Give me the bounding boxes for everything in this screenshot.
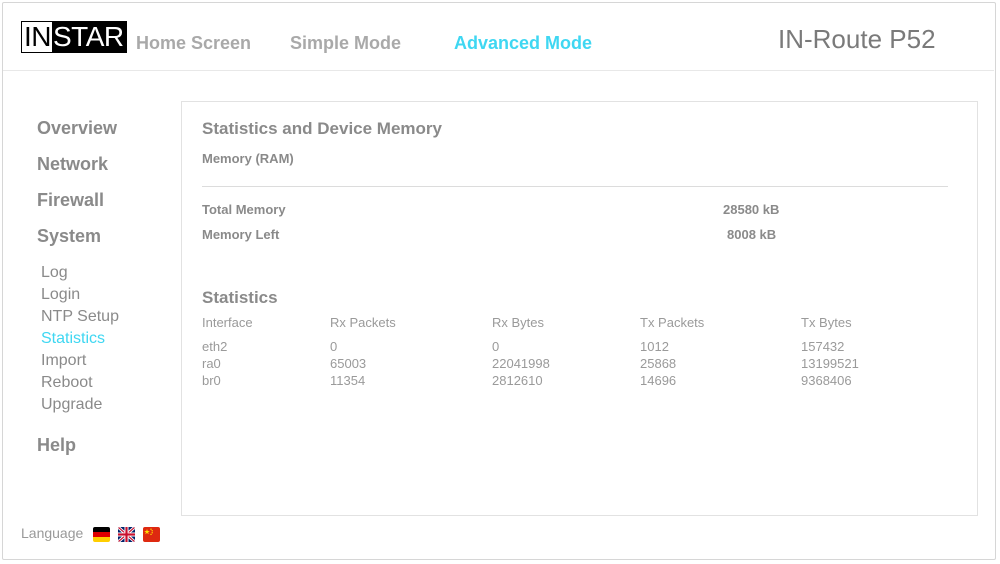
table-cell: 25868 (640, 356, 677, 371)
page-title: Statistics and Device Memory (202, 119, 442, 138)
table-cell: 14696 (640, 373, 677, 388)
table-cell: 13199521 (801, 356, 859, 371)
nav-home-screen[interactable]: Home Screen (136, 33, 251, 54)
table-cell: 65003 (330, 356, 367, 371)
logo-text-right: STAR (52, 21, 126, 52)
table-header-interface: Interface (202, 315, 253, 330)
sidebar-subitem-statistics[interactable]: Statistics (41, 330, 105, 348)
table-cell: 22041998 (492, 356, 550, 371)
china-flag-icon[interactable] (143, 527, 160, 542)
table-header-tx-packets: Tx Packets (640, 315, 705, 330)
uk-flag-icon[interactable] (118, 527, 135, 542)
table-cell: 157432 (801, 339, 845, 354)
sidebar-item-system[interactable]: System (37, 226, 101, 247)
header-divider (3, 70, 994, 71)
nav-simple-mode[interactable]: Simple Mode (290, 33, 401, 54)
total-memory-label: Total Memory (202, 202, 286, 217)
table-cell: 9368406 (801, 373, 852, 388)
memory-left-label: Memory Left (202, 227, 280, 242)
table-cell: 2812610 (492, 373, 543, 388)
table-header-tx-bytes: Tx Bytes (801, 315, 852, 330)
memory-left-value: 8008 kB (727, 227, 777, 242)
sidebar-subitem-upgrade[interactable]: Upgrade (41, 396, 102, 414)
instar-logo[interactable]: IN STAR (21, 21, 127, 53)
content-panel (181, 101, 978, 516)
table-cell: br0 (202, 373, 221, 388)
german-flag-graphic (93, 527, 110, 542)
sidebar-item-overview[interactable]: Overview (37, 118, 117, 139)
table-header-rx-packets: Rx Packets (330, 315, 396, 330)
table-header-rx-bytes: Rx Bytes (492, 315, 545, 330)
sidebar-subitem-reboot[interactable]: Reboot (41, 374, 93, 392)
sidebar-item-help[interactable]: Help (37, 435, 76, 456)
total-memory-value: 28580 kB (723, 202, 780, 217)
language-label: Language (21, 525, 84, 541)
nav-advanced-mode[interactable]: Advanced Mode (454, 33, 592, 54)
table-cell: 0 (330, 339, 338, 354)
sidebar-subitem-login[interactable]: Login (41, 286, 80, 304)
sidebar-subitem-log[interactable]: Log (41, 264, 68, 282)
sidebar-item-firewall[interactable]: Firewall (37, 190, 104, 211)
logo-text-left: IN (22, 21, 52, 52)
table-cell: 1012 (640, 339, 669, 354)
sidebar-item-network[interactable]: Network (37, 154, 108, 175)
table-cell: 0 (492, 339, 500, 354)
memory-divider (202, 186, 948, 187)
product-name: IN-Route P52 (778, 24, 936, 54)
statistics-heading: Statistics (202, 288, 278, 307)
china-flag-graphic (143, 527, 160, 542)
memory-heading: Memory (RAM) (202, 151, 294, 166)
sidebar-subitem-import[interactable]: Import (41, 352, 86, 370)
table-cell: 11354 (330, 373, 366, 388)
german-flag-icon[interactable] (93, 527, 110, 542)
uk-flag-graphic (118, 527, 135, 542)
table-cell: ra0 (202, 356, 221, 371)
table-cell: eth2 (202, 339, 228, 354)
sidebar-subitem-ntp-setup[interactable]: NTP Setup (41, 308, 119, 326)
